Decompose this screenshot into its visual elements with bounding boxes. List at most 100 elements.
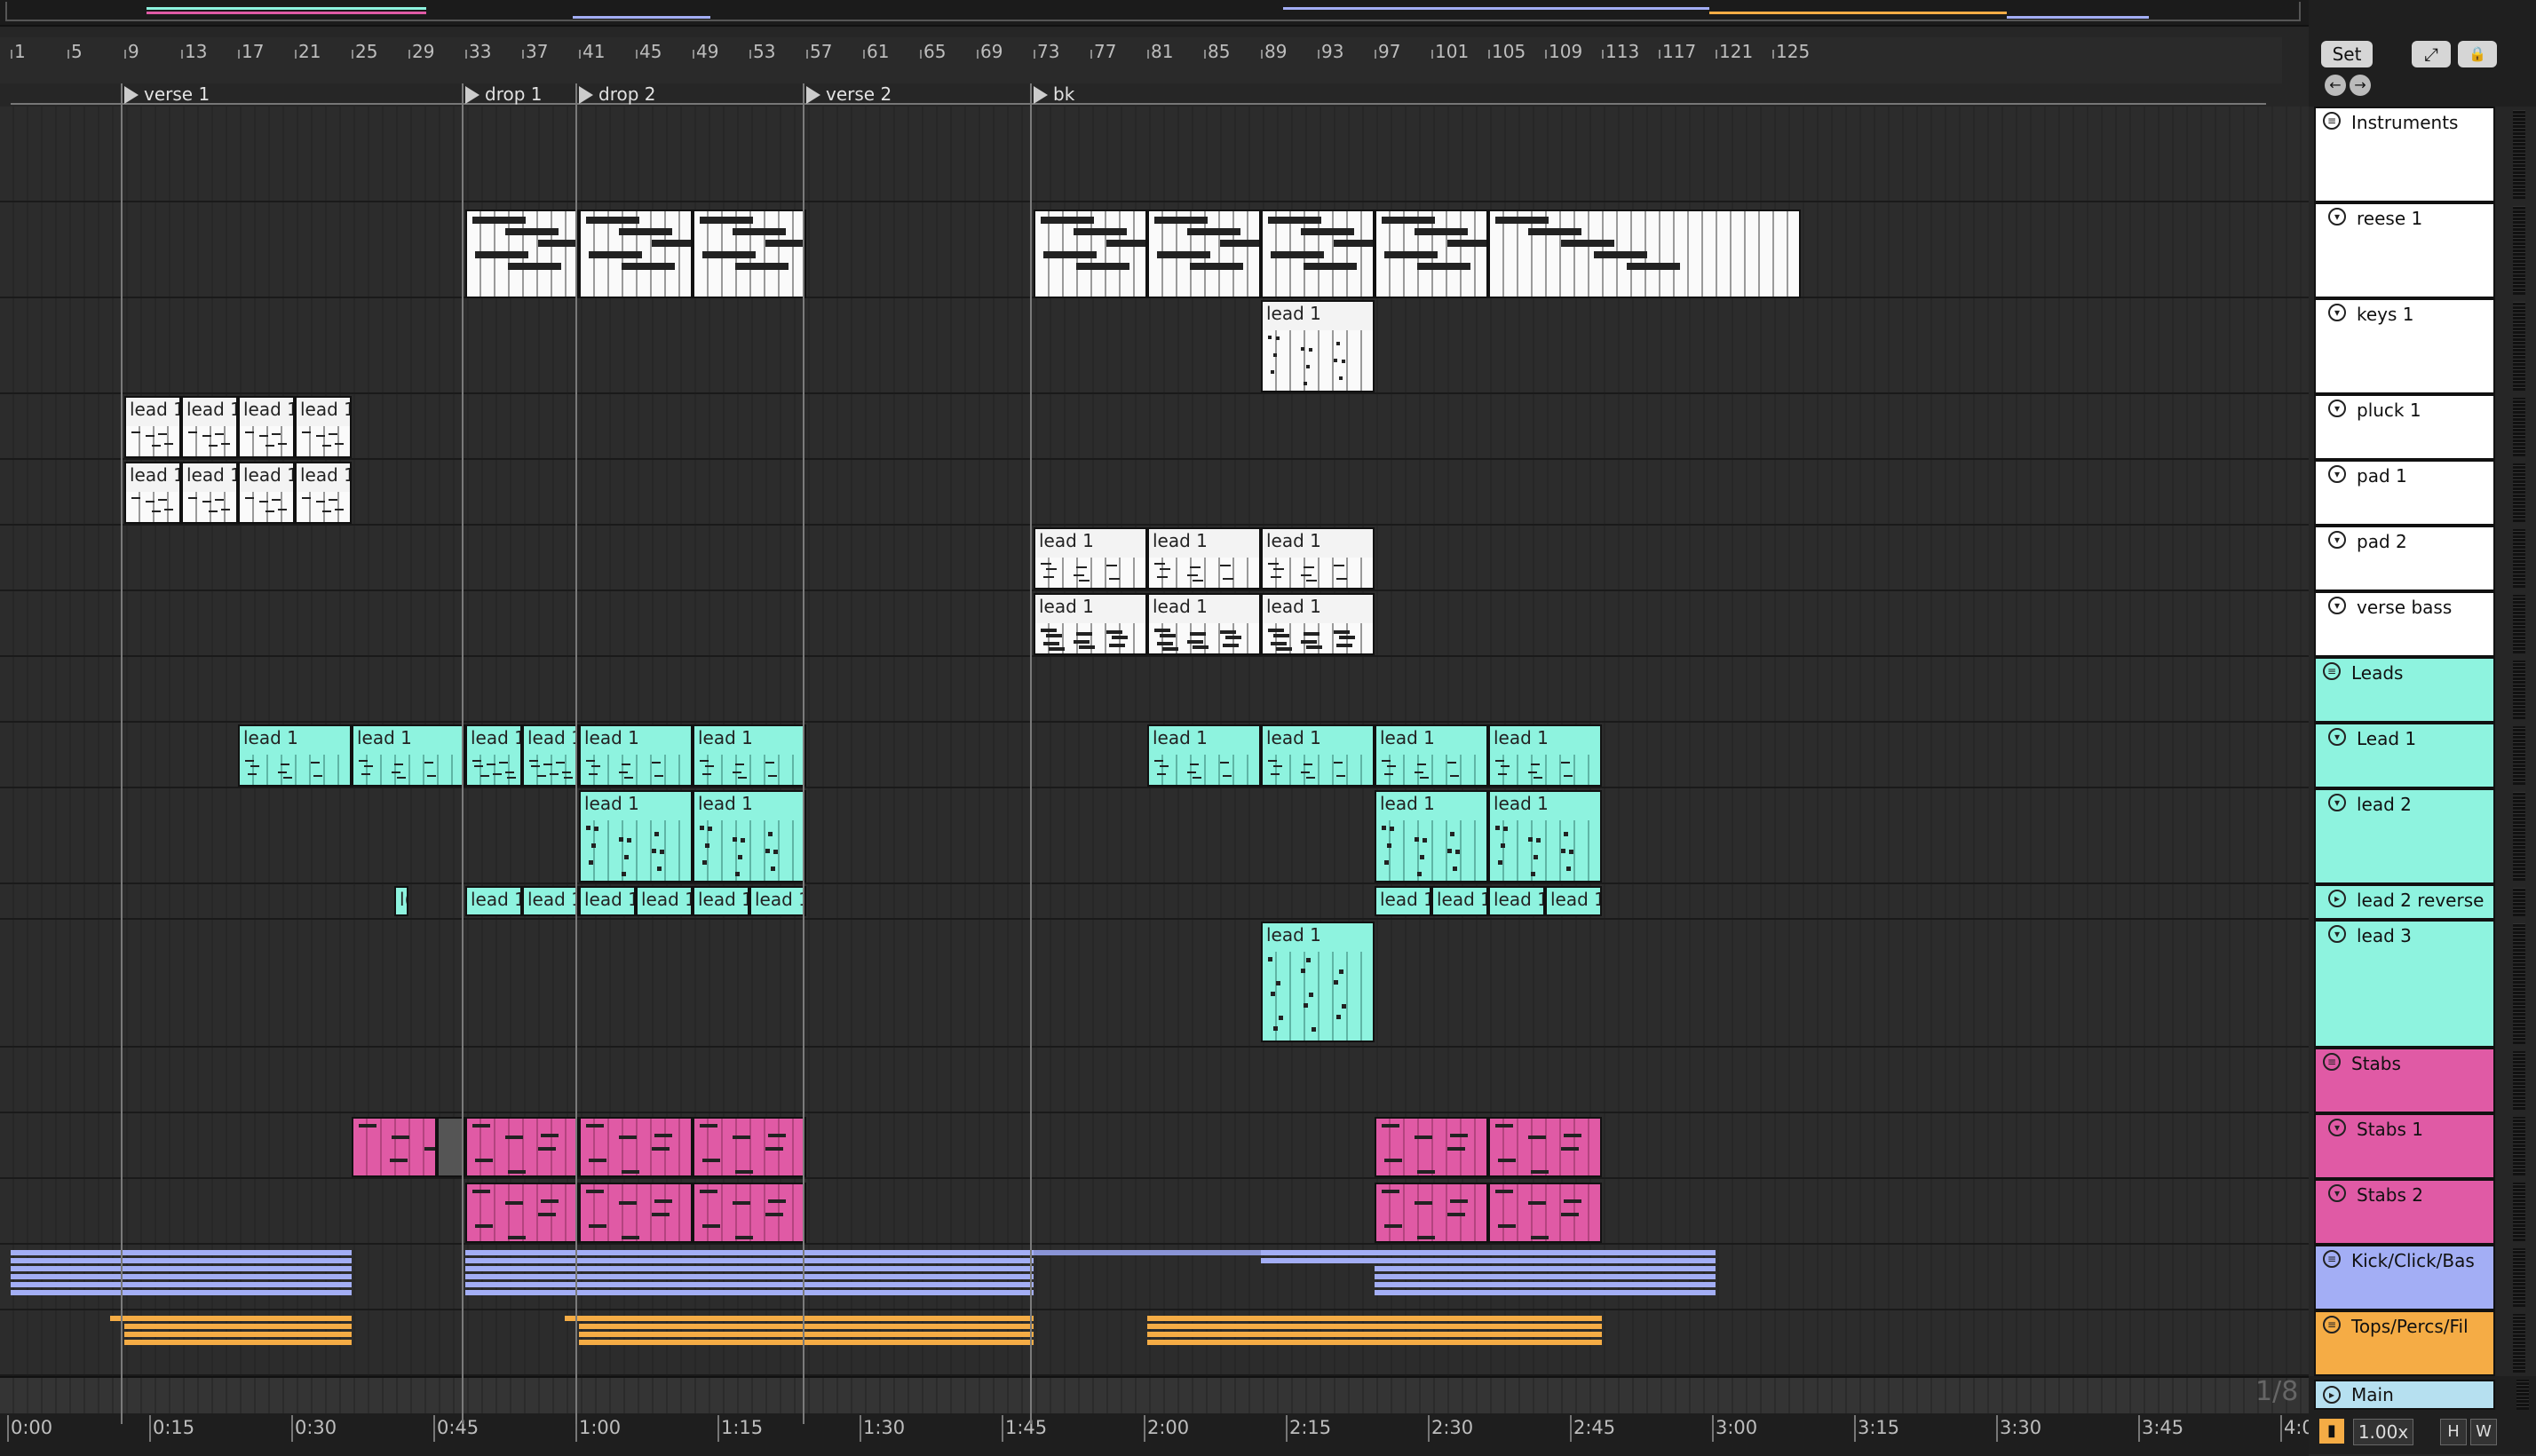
clip[interactable]: lead 1 <box>295 462 352 524</box>
audio-clip-strip[interactable] <box>1147 1324 1375 1329</box>
audio-clip-strip[interactable] <box>465 1274 1034 1279</box>
clip[interactable]: lead 1 <box>1488 724 1602 787</box>
clip[interactable]: lead 1 <box>1261 922 1375 1042</box>
clip[interactable]: l( <box>394 886 408 916</box>
audio-clip-strip[interactable] <box>1147 1316 1375 1321</box>
clip[interactable]: lead 1 <box>1147 527 1261 590</box>
audio-clip-strip[interactable] <box>1261 1258 1375 1263</box>
clip[interactable] <box>465 210 579 298</box>
audio-clip-strip[interactable] <box>465 1250 1034 1255</box>
clip[interactable]: lead 1 <box>1375 790 1488 882</box>
w-toggle[interactable]: W <box>2470 1419 2497 1445</box>
track-fold-icon[interactable]: ▾ <box>2328 1184 2346 1202</box>
clip[interactable] <box>1488 210 1801 298</box>
audio-clip-strip[interactable] <box>11 1266 352 1271</box>
clip[interactable]: lead 1 <box>352 724 465 787</box>
clip[interactable]: lead 1 <box>1034 593 1147 655</box>
clip[interactable]: lead 1 <box>1261 724 1375 787</box>
locator-drop-1[interactable]: drop 1 <box>462 83 543 107</box>
audio-clip-strip[interactable] <box>465 1290 1034 1295</box>
clip[interactable]: lead 1 <box>1034 527 1147 590</box>
track-fold-icon[interactable]: ▾ <box>2328 794 2346 811</box>
audio-clip-strip[interactable] <box>579 1340 1034 1345</box>
clip[interactable] <box>465 1117 579 1177</box>
track-fold-icon[interactable]: ▾ <box>2328 925 2346 943</box>
clip[interactable] <box>693 1183 806 1243</box>
audio-clip-strip[interactable] <box>1375 1332 1602 1337</box>
clip[interactable] <box>579 210 693 298</box>
clip[interactable]: lead 1 <box>181 462 238 524</box>
audio-clip-strip[interactable] <box>1147 1332 1375 1337</box>
clip[interactable]: lead 1 ( <box>636 886 693 916</box>
clip[interactable]: lead 1 <box>1261 300 1375 392</box>
track-header-tops-percs-fil[interactable]: ≡ Tops/Percs/Fil <box>2314 1310 2495 1376</box>
audio-clip-strip[interactable] <box>11 1250 352 1255</box>
audio-clip-strip[interactable] <box>1034 1250 1261 1255</box>
track-header-instruments[interactable]: ≡ Instruments <box>2314 107 2495 202</box>
audio-clip-strip[interactable] <box>579 1316 1034 1321</box>
clip[interactable] <box>693 1117 806 1177</box>
clip[interactable]: lead 1 <box>238 724 352 787</box>
clip[interactable]: lead 1 <box>465 724 522 787</box>
clip[interactable]: lead 1 <box>1261 527 1375 590</box>
clip[interactable] <box>1375 1117 1488 1177</box>
clip[interactable] <box>1488 1183 1602 1243</box>
clip[interactable]: lead 1 <box>181 396 238 458</box>
locator-verse-1[interactable]: verse 1 <box>121 83 210 107</box>
arrangement-overview[interactable] <box>0 0 2309 27</box>
locator-bk[interactable]: bk <box>1030 83 1074 107</box>
forward-arrow-icon[interactable]: → <box>2350 75 2371 96</box>
waveform-icon[interactable]: ▮ <box>2319 1419 2344 1444</box>
locator-lane[interactable]: verse 1 drop 1 drop 2 verse 2 bk <box>0 83 2309 107</box>
track-header-lead-2[interactable]: ▾ lead 2 <box>2314 788 2495 884</box>
track-header-pad-2[interactable]: ▾ pad 2 <box>2314 526 2495 591</box>
audio-clip-strip[interactable] <box>465 1266 1034 1271</box>
zoom-field[interactable]: 1.00x <box>2353 1419 2413 1445</box>
track-header-lead-3[interactable]: ▾ lead 3 <box>2314 920 2495 1048</box>
clip[interactable] <box>693 210 806 298</box>
track-lane[interactable] <box>0 1048 2309 1113</box>
locator-verse-2[interactable]: verse 2 <box>803 83 892 107</box>
clip[interactable] <box>1375 1183 1488 1243</box>
audio-clip-strip[interactable] <box>579 1332 1034 1337</box>
clip[interactable] <box>579 1183 693 1243</box>
track-lane[interactable] <box>0 1179 2309 1245</box>
clip[interactable]: lead 1 ( <box>693 886 749 916</box>
clip[interactable]: lead 1 <box>522 724 579 787</box>
locator-drop-2[interactable]: drop 2 <box>575 83 656 107</box>
track-header-pad-1[interactable]: ▾ pad 1 <box>2314 460 2495 526</box>
fold-icon[interactable]: ▸ <box>2323 1386 2341 1404</box>
audio-clip-strip[interactable] <box>11 1282 352 1287</box>
track-header-kick-click-bas[interactable]: ≡ Kick/Click/Bas <box>2314 1245 2495 1310</box>
clip[interactable]: lead 1 <box>579 790 693 882</box>
audio-clip-strip[interactable] <box>1375 1324 1602 1329</box>
clip[interactable]: lead 1 ( <box>1488 886 1545 916</box>
track-lane[interactable] <box>0 920 2309 1048</box>
audio-clip-strip[interactable] <box>465 1258 1034 1263</box>
clip[interactable]: lead 1 <box>1147 593 1261 655</box>
clip[interactable] <box>1034 210 1147 298</box>
track-fold-icon[interactable]: ▾ <box>2328 465 2346 483</box>
track-header-lead-2-reverse[interactable]: ▸ lead 2 reverse <box>2314 884 2495 920</box>
audio-clip-strip[interactable] <box>579 1324 1034 1329</box>
clip[interactable]: lead 1 ( <box>465 886 522 916</box>
track-fold-icon[interactable]: ▾ <box>2328 728 2346 746</box>
h-toggle[interactable]: H <box>2440 1419 2467 1445</box>
audio-clip-strip[interactable] <box>124 1324 352 1329</box>
track-header-pluck-1[interactable]: ▾ pluck 1 <box>2314 394 2495 460</box>
beat-time-ruler[interactable]: 1 5 9 13 17 21 25 29 33 37 41 45 49 53 57 61 65 69 73 77 81 8… <box>0 37 2282 105</box>
main-track-header[interactable]: ▸ Main <box>2314 1380 2495 1410</box>
track-header-verse-bass[interactable]: ▾ verse bass <box>2314 591 2495 657</box>
track-lane[interactable] <box>0 884 2309 920</box>
audio-clip-strip[interactable] <box>124 1316 352 1321</box>
clip[interactable]: lead 1 <box>1261 593 1375 655</box>
track-header-keys-1[interactable]: ▾ keys 1 <box>2314 298 2495 394</box>
audio-clip-strip[interactable] <box>1261 1250 1375 1255</box>
audio-clip-strip[interactable] <box>1375 1282 1716 1287</box>
clip[interactable]: lead 1 <box>1375 724 1488 787</box>
track-header-stabs[interactable]: ≡ Stabs <box>2314 1048 2495 1113</box>
clip[interactable]: lead 1 <box>295 396 352 458</box>
arrangement-view[interactable]: lead 1 lead 1 lead 1 lead 1 lead 1 lead 1 lead… <box>0 107 2309 1376</box>
track-fold-icon[interactable]: ▾ <box>2328 400 2346 417</box>
track-fold-icon[interactable]: ▾ <box>2328 1119 2346 1136</box>
